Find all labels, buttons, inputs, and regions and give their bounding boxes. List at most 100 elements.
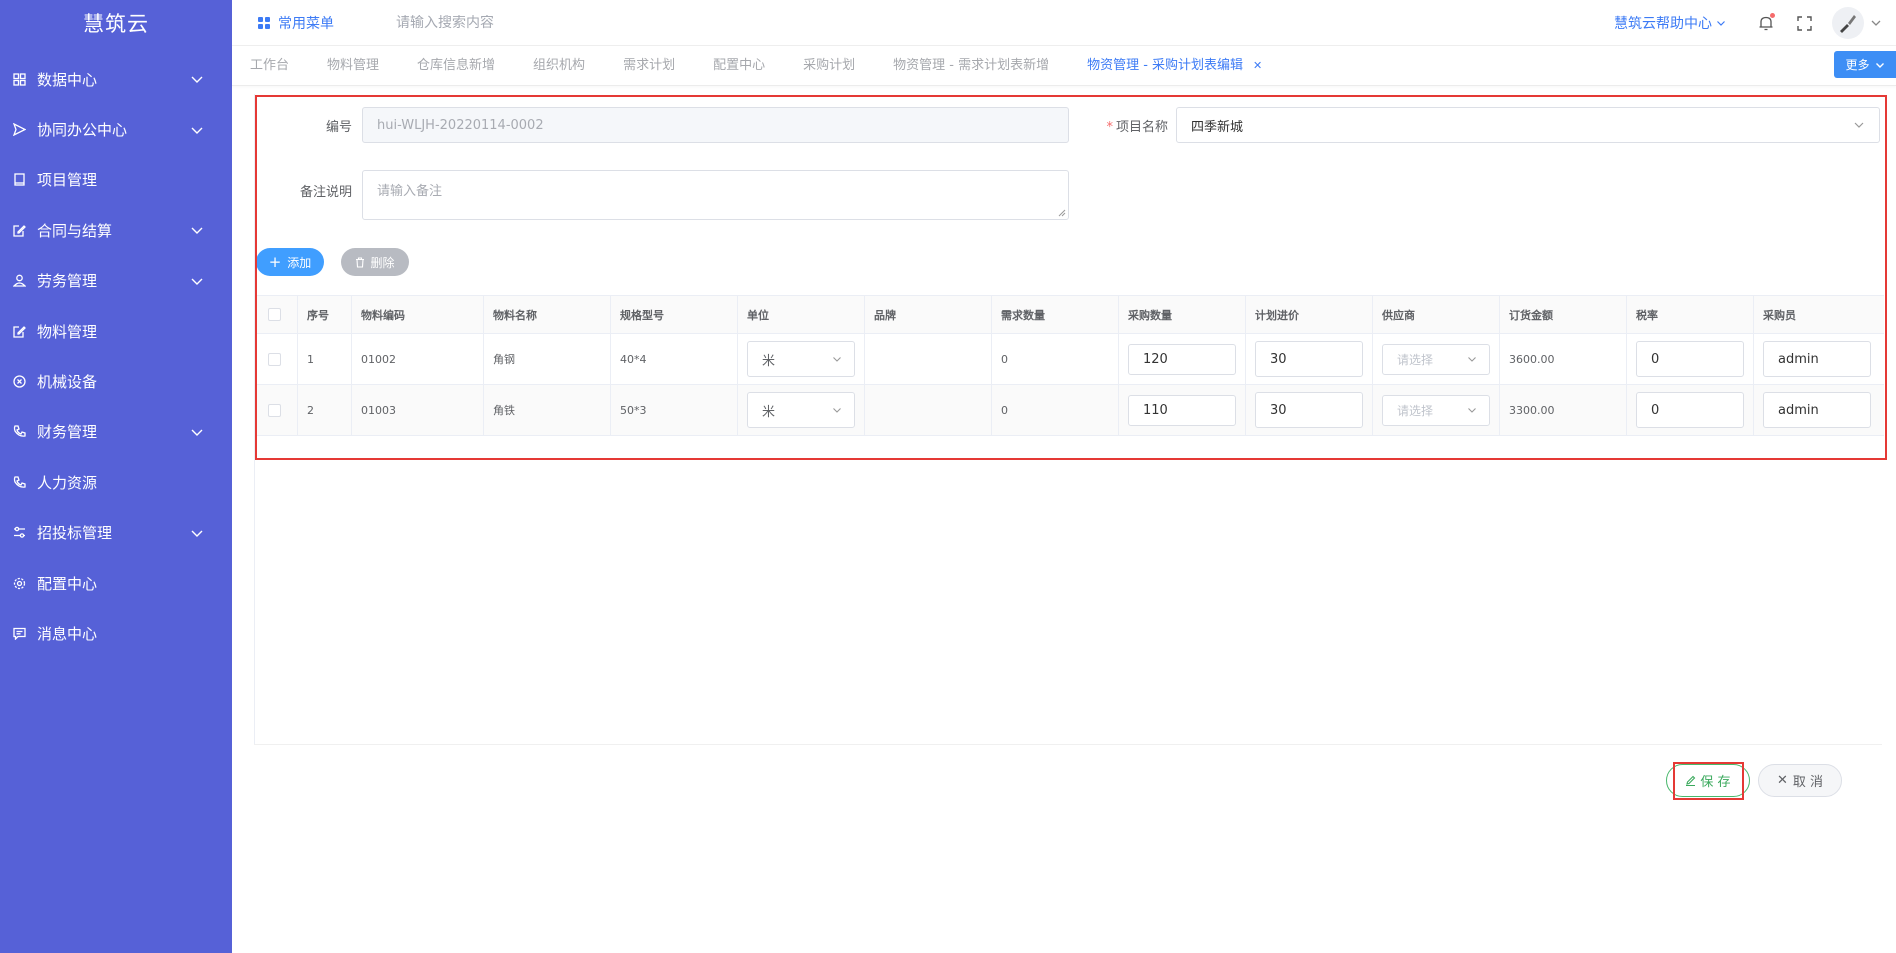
sidebar-item-label: 项目管理 (37, 171, 98, 190)
select-all-checkbox[interactable] (268, 308, 281, 321)
column-header: 税率 (1627, 296, 1754, 333)
tab-label: 物资管理 - 采购计划表编辑 (1087, 57, 1244, 73)
tab-demand-plan-add[interactable]: 物资管理 - 需求计划表新增 (875, 46, 1069, 86)
column-header: 供应商 (1373, 296, 1500, 333)
tab-warehouse-add[interactable]: 仓库信息新增 (399, 46, 515, 86)
column-header: 单位 (738, 296, 865, 333)
chevron-down-icon (1468, 408, 1476, 413)
sidebar-menu: 数据中心 协同办公中心 项目管理 合同与结算 劳务管理 物料管理 机械设备 财务… (0, 54, 232, 659)
chevron-down-icon (191, 227, 203, 235)
cancel-button[interactable]: ✕ 取 消 (1758, 764, 1842, 797)
help-center-link[interactable]: 慧筑云帮助中心 (1614, 13, 1726, 33)
material-code: 01002 (352, 334, 484, 384)
user-icon (11, 273, 27, 289)
tool-icon (1840, 15, 1856, 33)
tab-demand-plan[interactable]: 需求计划 (605, 46, 695, 86)
add-row-button[interactable]: + 添加 (256, 248, 324, 276)
order-amount: 3300.00 (1500, 385, 1627, 435)
message-icon (11, 625, 27, 641)
purchase-quantity-input[interactable]: 110 (1128, 394, 1236, 426)
sidebar-item-messages[interactable]: 消息中心 (0, 608, 232, 658)
unit-select[interactable]: 米 (747, 392, 855, 428)
tab-material-management[interactable]: 物料管理 (309, 46, 399, 86)
remark-textarea[interactable]: 请输入备注 (362, 170, 1069, 220)
chevron-down-icon (1854, 122, 1864, 128)
sidebar-item-label: 协同办公中心 (37, 121, 128, 140)
column-header: 采购数量 (1119, 296, 1246, 333)
sidebar-item-labor[interactable]: 劳务管理 (0, 256, 232, 306)
planned-price-input[interactable]: 30 (1255, 341, 1363, 377)
help-center-label: 慧筑云帮助中心 (1614, 16, 1712, 32)
page-tabs: 工作台 物料管理 仓库信息新增 组织机构 需求计划 配置中心 采购计划 物资管理… (232, 46, 1896, 86)
notification-dot (1770, 13, 1775, 18)
sidebar-item-label: 招投标管理 (37, 524, 113, 543)
column-header: 规格型号 (611, 296, 738, 333)
unit-select[interactable]: 米 (747, 341, 855, 377)
sidebar-item-hr[interactable]: 人力资源 (0, 457, 232, 507)
footer-divider (254, 744, 1882, 745)
material-code: 01003 (352, 385, 484, 435)
column-header: 物料编码 (352, 296, 484, 333)
brand-cell (865, 385, 992, 435)
edit-icon (11, 222, 27, 238)
material-name: 角铁 (484, 385, 611, 435)
tab-purchase-plan-edit[interactable]: 物资管理 - 采购计划表编辑 ✕ (1069, 46, 1282, 86)
demand-quantity: 0 (992, 334, 1119, 384)
buyer-input[interactable]: admin (1763, 392, 1871, 428)
tax-rate-input[interactable]: 0 (1636, 341, 1744, 377)
fullscreen-icon[interactable] (1794, 13, 1814, 33)
spec-model: 50*3 (611, 385, 738, 435)
tab-config-center[interactable]: 配置中心 (695, 46, 785, 86)
sidebar-item-project[interactable]: 项目管理 (0, 155, 232, 205)
send-icon (11, 122, 27, 138)
common-menu-button[interactable]: 常用菜单 (258, 13, 334, 33)
close-icon[interactable]: ✕ (1253, 59, 1262, 72)
global-search-input[interactable] (396, 14, 696, 31)
purchase-quantity-input[interactable]: 120 (1128, 343, 1236, 375)
chevron-down-icon (1875, 62, 1884, 68)
delete-row-button[interactable]: 删除 (341, 248, 409, 276)
chevron-down-icon (191, 127, 203, 134)
add-label: 添加 (287, 255, 312, 270)
project-field-row: * 项目名称 四季新城 (1080, 107, 1880, 143)
project-label: * 项目名称 (1106, 119, 1168, 135)
sidebar-item-contract[interactable]: 合同与结算 (0, 205, 232, 255)
chevron-down-icon[interactable] (1870, 17, 1882, 29)
resize-handle-icon[interactable] (1058, 209, 1066, 217)
sidebar-item-collab-office[interactable]: 协同办公中心 (0, 104, 232, 154)
supplier-select[interactable]: 请选择 (1382, 394, 1490, 426)
sidebar-item-label: 物料管理 (37, 322, 98, 341)
column-header: 物料名称 (484, 296, 611, 333)
sidebar-item-machinery[interactable]: 机械设备 (0, 356, 232, 406)
column-header: 订货金额 (1500, 296, 1627, 333)
sidebar-item-label: 合同与结算 (37, 221, 113, 240)
supplier-select[interactable]: 请选择 (1382, 343, 1490, 375)
column-header: 需求数量 (992, 296, 1119, 333)
notification-bell-icon[interactable] (1756, 13, 1776, 33)
apps-icon (258, 16, 270, 29)
planned-price-input[interactable]: 30 (1255, 392, 1363, 428)
tax-rate-input[interactable]: 0 (1636, 392, 1744, 428)
buyer-input[interactable]: admin (1763, 341, 1871, 377)
sidebar-item-data-center[interactable]: 数据中心 (0, 54, 232, 104)
tab-workbench[interactable]: 工作台 (232, 46, 309, 86)
plus-icon: + (268, 252, 282, 271)
sidebar-item-bidding[interactable]: 招投标管理 (0, 508, 232, 558)
more-tabs-button[interactable]: 更多 (1834, 51, 1896, 78)
row-checkbox[interactable] (268, 352, 281, 366)
project-select-value: 四季新城 (1191, 119, 1244, 135)
sidebar-item-finance[interactable]: 财务管理 (0, 407, 232, 457)
sidebar-item-material[interactable]: 物料管理 (0, 306, 232, 356)
edit-icon (11, 323, 27, 339)
grid-icon (11, 71, 27, 87)
sidebar-item-config[interactable]: 配置中心 (0, 558, 232, 608)
more-label: 更多 (1845, 58, 1870, 72)
sidebar-item-label: 人力资源 (37, 473, 98, 492)
project-select[interactable]: 四季新城 (1176, 107, 1880, 143)
user-avatar[interactable] (1832, 7, 1864, 39)
tab-organization[interactable]: 组织机构 (515, 46, 605, 86)
gear-icon (11, 575, 27, 591)
tab-purchase-plan[interactable]: 采购计划 (785, 46, 875, 86)
row-checkbox[interactable] (268, 403, 281, 417)
save-button[interactable]: 保 存 (1666, 764, 1750, 797)
